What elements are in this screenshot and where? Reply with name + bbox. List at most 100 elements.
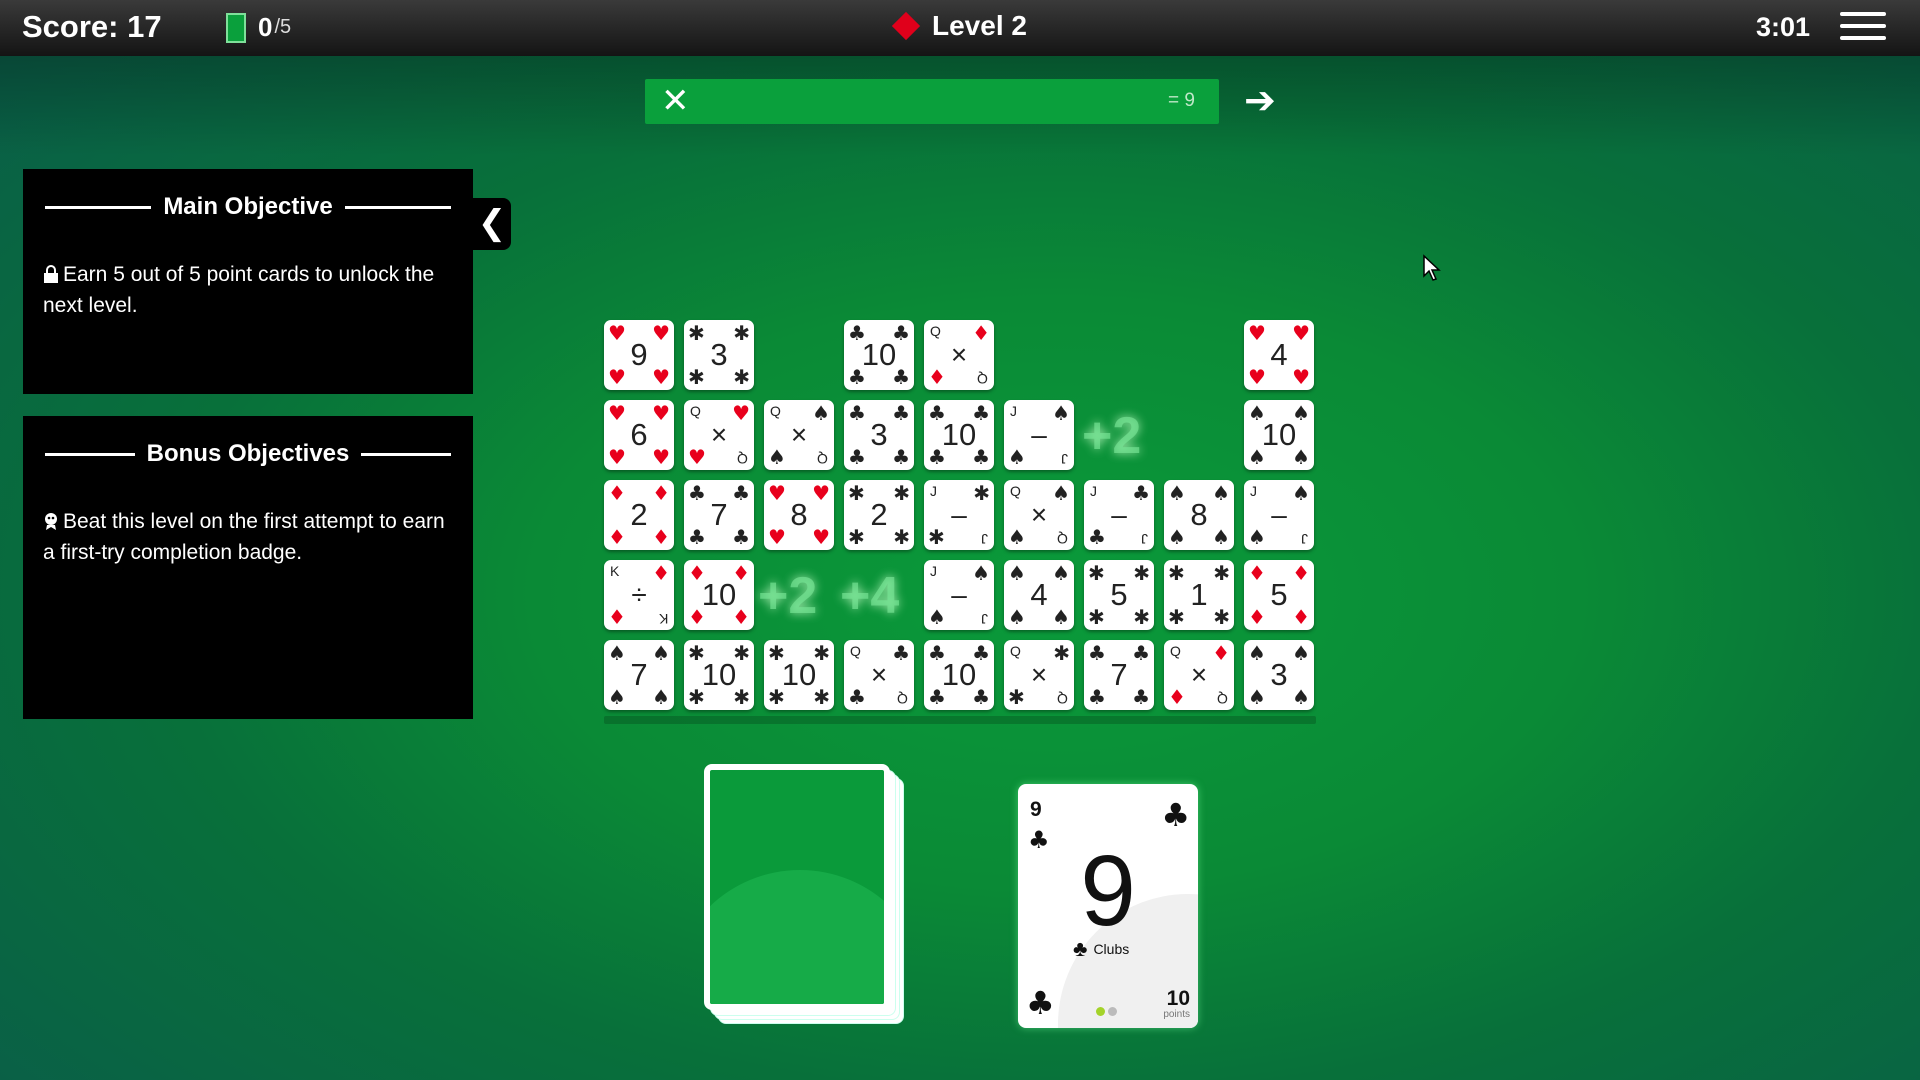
- grid-card-hearts-operator[interactable]: Q Q ♥ ♥ ×: [684, 400, 754, 470]
- grid-card-diamonds-number[interactable]: ♦ ♦ ♦ ♦ 2: [604, 480, 674, 550]
- collapse-panel-button[interactable]: ❮: [473, 198, 511, 250]
- grid-card-spades-number[interactable]: ♠ ♠ ♠ ♠ 4: [1004, 560, 1074, 630]
- bonus-objectives-title: Bonus Objectives: [146, 440, 350, 467]
- card-value: 7: [630, 657, 648, 692]
- grid-card-spades-operator[interactable]: J J ♠ ♠ –: [924, 560, 994, 630]
- bonus-objective-text-block: Beat this level on the first attempt to …: [43, 506, 453, 568]
- progress-dots: [1096, 1007, 1117, 1016]
- drawn-card[interactable]: 9 ♣ ♣ 9 ♣ Clubs ♣ 10 points: [1018, 784, 1198, 1028]
- points-total: /5: [274, 16, 292, 38]
- submit-arrow-icon[interactable]: ➔: [1244, 80, 1276, 120]
- grid-card-clubs-operator[interactable]: Q Q ♣ ♣ ×: [844, 640, 914, 710]
- grid-card-diamonds-number[interactable]: ♦ ♦ ♦ ♦ 10: [684, 560, 754, 630]
- diamond-icon: [891, 11, 921, 41]
- score-label: Score: 17: [22, 9, 162, 44]
- grid-card-diamonds-operator[interactable]: K K ♦ ♦ ÷: [604, 560, 674, 630]
- grid-shelf: [604, 716, 1316, 724]
- bonus-pop: +4: [840, 567, 900, 625]
- grid-card-diamonds-operator[interactable]: Q Q ♦ ♦ ×: [924, 320, 994, 390]
- grid-card-bees-operator[interactable]: J J ✱ ✱ –: [924, 480, 994, 550]
- point-cards-counter: 0 /5: [226, 12, 291, 43]
- bonus-objective-text: Beat this level on the first attempt to …: [43, 510, 445, 564]
- hamburger-menu-icon[interactable]: [1840, 12, 1886, 44]
- grid-card-spades-number[interactable]: ♠ ♠ ♠ ♠ 3: [1244, 640, 1314, 710]
- points-earned: 0: [258, 12, 273, 42]
- level-indicator: Level 2: [891, 10, 1027, 42]
- card-value: 4: [1030, 577, 1048, 612]
- clear-equation-icon[interactable]: ✕: [661, 83, 690, 119]
- card-operator: –: [1111, 499, 1127, 530]
- drawn-card-suit: ♣ Clubs: [1073, 936, 1129, 962]
- card-operator: ×: [1030, 499, 1048, 530]
- card-value: 5: [1270, 577, 1288, 612]
- deck-top-card[interactable]: [704, 764, 890, 1010]
- drawn-card-suit-name: Clubs: [1093, 941, 1130, 957]
- main-objective-text-block: Earn 5 out of 5 point cards to unlock th…: [43, 259, 453, 321]
- grid-card-diamonds-operator[interactable]: Q Q ♦ ♦ ×: [1164, 640, 1234, 710]
- grid-card-bees-number[interactable]: ✱ ✱ ✱ ✱ 5: [1084, 560, 1154, 630]
- card-value: 1: [1190, 577, 1208, 612]
- card-operator: ÷: [631, 579, 647, 610]
- card-value: 8: [1190, 497, 1208, 532]
- grid-card-spades-operator[interactable]: Q Q ♠ ♠ ×: [764, 400, 834, 470]
- card-value: 10: [701, 577, 737, 612]
- grid-card-spades-number[interactable]: ♠ ♠ ♠ ♠ 7: [604, 640, 674, 710]
- card-operator: –: [1271, 499, 1287, 530]
- grid-card-spades-operator[interactable]: Q Q ♠ ♠ ×: [1004, 480, 1074, 550]
- level-label: Level 2: [932, 10, 1027, 41]
- card-operator: –: [951, 499, 967, 530]
- bonus-objectives-panel: Bonus Objectives Beat this level on the …: [23, 416, 473, 719]
- grid-card-bees-number[interactable]: ✱ ✱ ✱ ✱ 10: [764, 640, 834, 710]
- grid-card-clubs-number[interactable]: ♣ ♣ ♣ ♣ 10: [924, 400, 994, 470]
- card-operator: ×: [950, 339, 968, 370]
- card-value: 5: [1110, 577, 1128, 612]
- grid-card-bees-operator[interactable]: Q Q ✱ ✱ ×: [1004, 640, 1074, 710]
- card-value: 7: [710, 497, 728, 532]
- grid-card-clubs-number[interactable]: ♣ ♣ ♣ ♣ 3: [844, 400, 914, 470]
- card-operator: ×: [790, 419, 808, 450]
- card-value: 2: [630, 497, 648, 532]
- grid-card-clubs-number[interactable]: ♣ ♣ ♣ ♣ 10: [844, 320, 914, 390]
- grid-card-bees-number[interactable]: ✱ ✱ ✱ ✱ 1: [1164, 560, 1234, 630]
- grid-card-hearts-number[interactable]: ♥ ♥ ♥ ♥ 8: [764, 480, 834, 550]
- card-value: 3: [710, 337, 728, 372]
- divider: [361, 452, 452, 456]
- card-value: 10: [941, 417, 977, 452]
- main-objective-title: Main Objective: [163, 193, 333, 220]
- main-objective-text: Earn 5 out of 5 point cards to unlock th…: [43, 263, 435, 317]
- grid-card-hearts-number[interactable]: ♥ ♥ ♥ ♥ 9: [604, 320, 674, 390]
- divider: [45, 452, 135, 456]
- card-value: 9: [630, 337, 648, 372]
- grid-card-clubs-operator[interactable]: J J ♣ ♣ –: [1084, 480, 1154, 550]
- grid-card-diamonds-number[interactable]: ♦ ♦ ♦ ♦ 5: [1244, 560, 1314, 630]
- equation-bar: ✕ = 9: [645, 79, 1219, 124]
- grid-card-bees-number[interactable]: ✱ ✱ ✱ ✱ 10: [684, 640, 754, 710]
- grid-card-hearts-number[interactable]: ♥ ♥ ♥ ♥ 4: [1244, 320, 1314, 390]
- point-card-icon: [226, 12, 246, 43]
- club-icon: ♣: [1073, 936, 1088, 961]
- bonus-pop: +2: [758, 567, 818, 625]
- grid-card-hearts-number[interactable]: ♥ ♥ ♥ ♥ 6: [604, 400, 674, 470]
- grid-card-clubs-number[interactable]: ♣ ♣ ♣ ♣ 10: [924, 640, 994, 710]
- grid-card-clubs-number[interactable]: ♣ ♣ ♣ ♣ 7: [684, 480, 754, 550]
- padlock-icon: [44, 265, 58, 283]
- card-value: 3: [1270, 657, 1288, 692]
- grid-card-spades-number[interactable]: ♠ ♠ ♠ ♠ 10: [1244, 400, 1314, 470]
- bonus-objectives-header: Bonus Objectives: [45, 440, 452, 468]
- card-value: 10: [861, 337, 897, 372]
- drawn-card-points: 10 points: [1163, 988, 1190, 1020]
- card-operator: ×: [1030, 659, 1048, 690]
- grid-card-spades-operator[interactable]: J J ♠ ♠ –: [1004, 400, 1074, 470]
- draw-deck[interactable]: [704, 764, 904, 1029]
- grid-card-bees-number[interactable]: ✱ ✱ ✱ ✱ 2: [844, 480, 914, 550]
- timer: 3:01: [1756, 12, 1811, 42]
- card-value: 4: [1270, 337, 1288, 372]
- grid-card-spades-operator[interactable]: J J ♠ ♠ –: [1244, 480, 1314, 550]
- grid-card-spades-number[interactable]: ♠ ♠ ♠ ♠ 8: [1164, 480, 1234, 550]
- club-icon: ♣: [1161, 796, 1190, 834]
- grid-card-bees-number[interactable]: ✱ ✱ ✱ ✱ 3: [684, 320, 754, 390]
- club-icon: ♣: [1026, 984, 1055, 1022]
- grid-card-clubs-number[interactable]: ♣ ♣ ♣ ♣ 7: [1084, 640, 1154, 710]
- card-value: 2: [870, 497, 888, 532]
- card-operator: –: [951, 579, 967, 610]
